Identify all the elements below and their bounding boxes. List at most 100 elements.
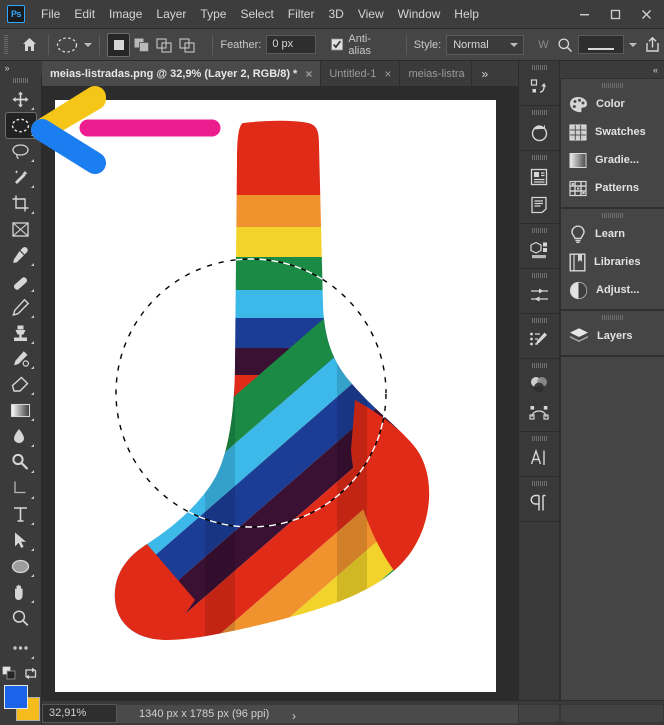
add-to-selection-button[interactable] [130,33,153,57]
pen-tool[interactable] [6,476,36,501]
object-selection-tool[interactable] [6,165,36,190]
style-select[interactable]: Normal [446,34,525,55]
brush-settings-icon[interactable] [523,281,555,309]
menu-window[interactable]: Window [391,3,448,25]
menu-select[interactable]: Select [233,3,280,25]
gradient-tool[interactable] [6,398,36,423]
intersect-with-selection-button[interactable] [176,33,199,57]
dock-grip[interactable] [531,110,547,115]
align-distribute-icon[interactable] [523,73,555,101]
toolbar-grip[interactable] [12,77,29,83]
character-icon[interactable] [523,444,555,472]
edit-toolbar-tool[interactable] [6,636,36,661]
tool-flyout-corner [30,106,34,110]
channels-icon[interactable] [523,371,555,399]
path-selection-tool[interactable] [6,528,36,553]
panel-item-layers[interactable]: Layers [561,322,664,350]
tab-meias-listra[interactable]: meias-listra [400,61,473,86]
close-icon[interactable]: × [384,67,391,81]
tab-meias-listradas[interactable]: meias-listradas.png @ 32,9% (Layer 2, RG… [42,61,322,86]
share-icon[interactable] [641,33,664,57]
menu-view[interactable]: View [351,3,391,25]
menu-image[interactable]: Image [102,3,149,25]
panel-item-color[interactable]: Color [561,90,664,118]
paths-icon[interactable] [523,399,555,427]
eraser-tool[interactable] [6,372,36,397]
document-info[interactable]: 1340 px x 1785 px (96 ppi) › [117,703,518,725]
panel-item-learn[interactable]: Learn [561,220,664,248]
menu-filter[interactable]: Filter [281,3,322,25]
history-icon[interactable] [523,118,555,146]
dock-grip[interactable] [531,436,547,441]
panel-grip[interactable] [601,315,624,320]
options-divider-2 [99,34,101,55]
panel-item-gradients[interactable]: Gradie... [561,146,664,174]
menu-edit[interactable]: Edit [67,3,102,25]
anti-alias-checkbox[interactable]: Anti-alias [331,33,396,57]
dock-grip[interactable] [531,363,547,368]
dodge-tool[interactable] [6,450,36,475]
tab-untitled-1[interactable]: Untitled-1 × [321,61,401,86]
feather-input[interactable]: 0 px [266,35,317,54]
dock-grip[interactable] [531,318,547,323]
brushes-icon[interactable] [523,326,555,354]
dock-grip[interactable] [531,155,547,160]
panel-item-swatches[interactable]: Swatches [561,118,664,146]
zoom-tool[interactable] [6,606,36,631]
menu-file[interactable]: File [34,3,67,25]
notes-icon[interactable] [523,163,555,191]
eyedropper-tool[interactable] [6,243,36,268]
tool-flyout-corner [30,288,34,292]
tool-flyout-corner [30,444,34,448]
frame-tool[interactable] [6,217,36,242]
elliptical-selection-marquee[interactable] [55,100,496,692]
options-bar-grip[interactable] [4,34,8,55]
3d-icon[interactable] [523,236,555,264]
panel-item-adjustments[interactable]: Adjust... [561,276,664,304]
chevron-right-icon[interactable]: › [292,707,296,725]
canvas-area[interactable] [42,87,518,700]
paragraph-icon[interactable] [523,489,555,517]
panel-grip[interactable] [601,83,624,88]
dock-grip[interactable] [531,481,547,486]
panel-item-patterns[interactable]: Patterns [561,174,664,202]
minimize-button[interactable] [569,2,600,26]
dock-grip[interactable] [531,65,547,70]
move-tool[interactable] [6,87,36,112]
maximize-button[interactable] [600,2,631,26]
dock-grip[interactable] [531,273,547,278]
panel-item-libraries[interactable]: Libraries [561,248,664,276]
hand-tool[interactable] [6,580,36,605]
type-tool[interactable] [6,502,36,527]
photoshop-logo-icon: Ps [7,5,25,23]
info-icon[interactable] [523,191,555,219]
brush-tool[interactable] [6,295,36,320]
panel-collapse-button[interactable]: « [560,61,664,78]
tab-overflow-button[interactable]: » [472,61,497,86]
lasso-tool[interactable] [6,139,36,164]
healing-brush-tool[interactable] [6,269,36,294]
menu-help[interactable]: Help [447,3,486,25]
menu-type[interactable]: Type [193,3,233,25]
clone-stamp-tool[interactable] [6,321,36,346]
toolbar-expand-button[interactable]: » [0,61,42,75]
tool-preset-picker[interactable] [55,35,93,55]
panel-grip[interactable] [601,213,624,218]
workspace-swatch-picker[interactable] [578,35,638,54]
close-icon[interactable]: × [305,67,312,81]
menu-layer[interactable]: Layer [149,3,193,25]
menu-3d[interactable]: 3D [321,3,350,25]
ellipse-shape-tool[interactable] [6,554,36,579]
new-selection-button[interactable] [107,32,131,57]
zoom-level-input[interactable]: 32,91% [42,703,117,723]
close-button[interactable] [631,2,662,26]
blur-tool[interactable] [6,424,36,449]
history-brush-tool[interactable] [6,347,36,372]
foreground-color-swatch[interactable] [3,684,28,709]
elliptical-marquee-tool[interactable] [4,111,37,139]
search-icon[interactable] [554,33,577,57]
home-icon[interactable] [18,33,41,57]
subtract-from-selection-button[interactable] [153,33,176,57]
dock-grip[interactable] [531,228,547,233]
crop-tool[interactable] [6,191,36,216]
